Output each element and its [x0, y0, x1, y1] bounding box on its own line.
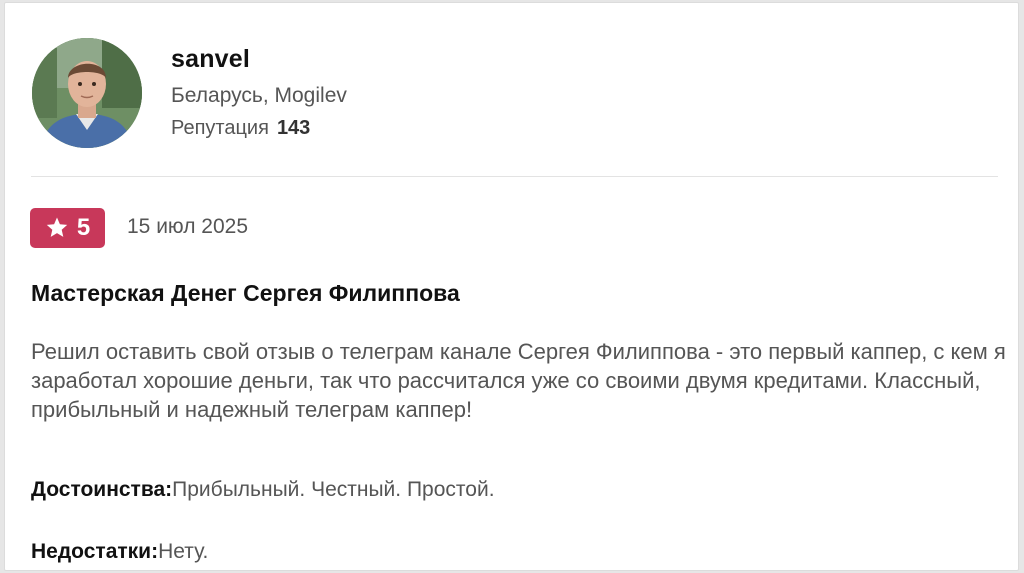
cons-value: Нету.: [158, 540, 209, 563]
divider: [31, 176, 998, 177]
cons-label: Недостатки:: [31, 540, 159, 563]
star-icon: [46, 217, 68, 237]
user-reputation: Репутация 143: [171, 117, 310, 140]
reputation-label: Репутация: [171, 117, 269, 139]
rating-badge: 5: [30, 208, 105, 248]
pros-value: Прибыльный. Честный. Простой.: [172, 478, 495, 501]
rating-value: 5: [76, 214, 91, 241]
review-card: sanvel Беларусь, Mogilev Репутация 143 5 …: [4, 2, 1019, 571]
review-text: Решил оставить свой отзыв о телеграм кан…: [31, 339, 1006, 422]
user-avatar[interactable]: [32, 38, 142, 148]
review-date: 15 июл 2025: [127, 215, 249, 238]
cons-section: Недостатки:Нету.: [31, 540, 208, 564]
pros-label: Достоинства:: [31, 478, 173, 501]
user-name[interactable]: sanvel: [171, 45, 250, 74]
pros-section: Достоинства:Прибыльный. Честный. Простой…: [31, 478, 495, 502]
user-location: Беларусь, Mogilev: [171, 84, 347, 107]
reputation-value: 143: [276, 117, 311, 139]
avatar-photo-icon: [32, 38, 142, 148]
review-title[interactable]: Мастерская Денег Сергея Филиппова: [31, 280, 460, 307]
